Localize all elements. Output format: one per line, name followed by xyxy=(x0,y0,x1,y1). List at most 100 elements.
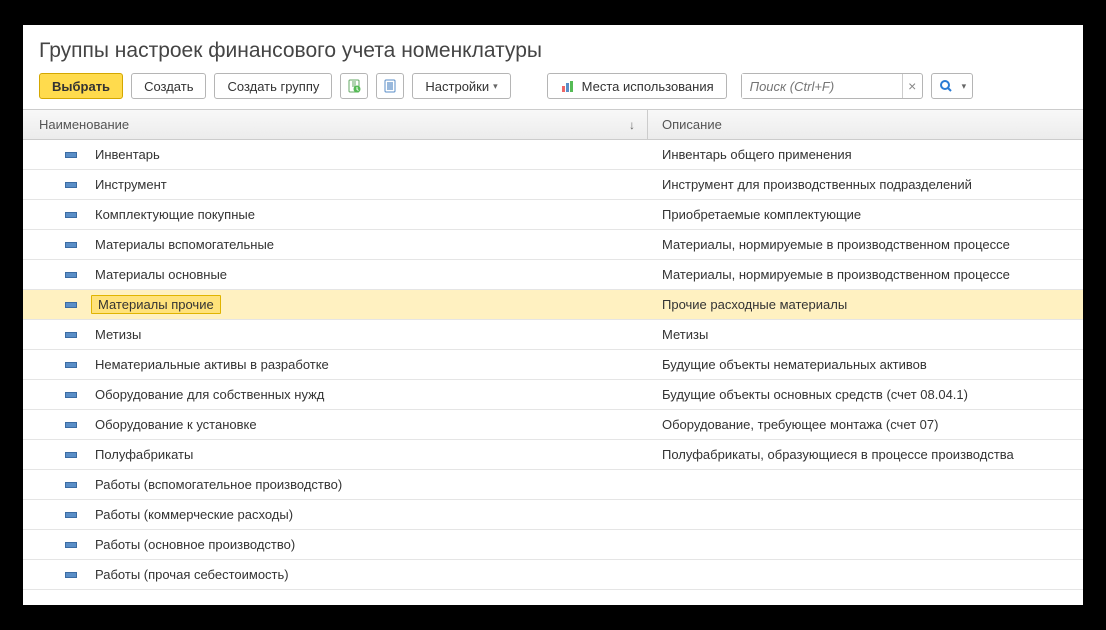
cell-name: Оборудование к установке xyxy=(23,410,648,439)
cell-desc: Метизы xyxy=(648,327,1083,342)
window: Группы настроек финансового учета номенк… xyxy=(23,25,1083,605)
item-icon xyxy=(65,452,77,458)
item-icon xyxy=(65,572,77,578)
item-icon xyxy=(65,332,77,338)
item-icon xyxy=(65,392,77,398)
table-row[interactable]: Работы (прочая себестоимость) xyxy=(23,560,1083,590)
cell-desc: Материалы, нормируемые в производственно… xyxy=(648,267,1083,282)
table-row[interactable]: Работы (основное производство) xyxy=(23,530,1083,560)
chevron-down-icon: ▾ xyxy=(493,81,498,92)
cell-desc: Инвентарь общего применения xyxy=(648,147,1083,162)
row-name-text: Оборудование к установке xyxy=(91,415,261,434)
row-name-text: Работы (вспомогательное производство) xyxy=(91,475,346,494)
search-icon xyxy=(938,78,954,94)
row-name-text: Оборудование для собственных нужд xyxy=(91,385,328,404)
row-name-text: Материалы вспомогательные xyxy=(91,235,278,254)
settings-button[interactable]: Настройки ▾ xyxy=(412,73,510,99)
cell-name: Инструмент xyxy=(23,170,648,199)
cell-name: Комплектующие покупные xyxy=(23,200,648,229)
row-name-text: Инструмент xyxy=(91,175,171,194)
clear-search-button[interactable]: × xyxy=(902,74,922,98)
table-row[interactable]: Материалы основные Материалы, нормируемые… xyxy=(23,260,1083,290)
item-icon xyxy=(65,212,77,218)
table-row[interactable]: Материалы прочие Прочие расходные материа… xyxy=(23,290,1083,320)
sort-descending-icon: ↓ xyxy=(629,118,635,132)
column-header-name[interactable]: Наименование ↓ xyxy=(23,110,648,139)
page-title: Группы настроек финансового учета номенк… xyxy=(23,25,1083,73)
table-row[interactable]: Работы (коммерческие расходы) xyxy=(23,500,1083,530)
cell-desc: Инструмент для производственных подразде… xyxy=(648,177,1083,192)
cell-name: Работы (основное производство) xyxy=(23,530,648,559)
cell-name: Полуфабрикаты xyxy=(23,440,648,469)
toolbar: Выбрать Создать Создать группу Настройки… xyxy=(23,73,1083,109)
cell-name: Метизы xyxy=(23,320,648,349)
item-icon xyxy=(65,422,77,428)
cell-name: Оборудование для собственных нужд xyxy=(23,380,648,409)
usage-button[interactable]: Места использования xyxy=(547,73,727,99)
cell-name: Материалы прочие xyxy=(23,290,648,319)
item-icon xyxy=(65,542,77,548)
row-name-text: Работы (прочая себестоимость) xyxy=(91,565,293,584)
table-row[interactable]: Полуфабрикаты Полуфабрикаты, образующиеся… xyxy=(23,440,1083,470)
table-row[interactable]: Оборудование к установке Оборудование, тр… xyxy=(23,410,1083,440)
row-name-text: Работы (основное производство) xyxy=(91,535,299,554)
col-name-label: Наименование xyxy=(39,117,129,132)
table-row[interactable]: Материалы вспомогательные Материалы, норм… xyxy=(23,230,1083,260)
cell-desc: Прочие расходные материалы xyxy=(648,297,1083,312)
chevron-down-icon: ▾ xyxy=(962,81,967,92)
table-row[interactable]: Метизы Метизы xyxy=(23,320,1083,350)
cell-name: Инвентарь xyxy=(23,140,648,169)
item-icon xyxy=(65,362,77,368)
create-button[interactable]: Создать xyxy=(131,73,206,99)
row-name-text: Метизы xyxy=(91,325,145,344)
cell-desc: Полуфабрикаты, образующиеся в процессе п… xyxy=(648,447,1083,462)
row-name-text: Материалы основные xyxy=(91,265,231,284)
list-icon xyxy=(382,78,398,94)
row-name-text: Работы (коммерческие расходы) xyxy=(91,505,297,524)
cell-desc: Будущие объекты основных средств (счет 0… xyxy=(648,387,1083,402)
cell-desc: Материалы, нормируемые в производственно… xyxy=(648,237,1083,252)
table-row[interactable]: Комплектующие покупные Приобретаемые комп… xyxy=(23,200,1083,230)
chart-icon xyxy=(560,78,576,94)
cell-name: Работы (коммерческие расходы) xyxy=(23,500,648,529)
row-name-text: Нематериальные активы в разработке xyxy=(91,355,333,374)
item-icon xyxy=(65,272,77,278)
usage-label: Места использования xyxy=(582,79,714,94)
row-name-text: Полуфабрикаты xyxy=(91,445,197,464)
table-header: Наименование ↓ Описание xyxy=(23,110,1083,140)
row-name-text: Материалы прочие xyxy=(91,295,221,314)
settings-label: Настройки xyxy=(425,79,489,94)
table-body: Инвентарь Инвентарь общего применения Инст… xyxy=(23,140,1083,590)
table-row[interactable]: Работы (вспомогательное производство) xyxy=(23,470,1083,500)
item-icon xyxy=(65,302,77,308)
column-header-desc[interactable]: Описание xyxy=(648,117,1083,132)
select-button[interactable]: Выбрать xyxy=(39,73,123,99)
table-row[interactable]: Нематериальные активы в разработке Будущи… xyxy=(23,350,1083,380)
cell-desc: Оборудование, требующее монтажа (счет 07… xyxy=(648,417,1083,432)
refresh-button[interactable] xyxy=(340,73,368,99)
cell-desc: Приобретаемые комплектующие xyxy=(648,207,1083,222)
item-icon xyxy=(65,152,77,158)
data-table: Наименование ↓ Описание ИнвентарьИнвента… xyxy=(23,109,1083,590)
cell-name: Нематериальные активы в разработке xyxy=(23,350,648,379)
cell-name: Работы (прочая себестоимость) xyxy=(23,560,648,589)
table-row[interactable]: Инструмент Инструмент для производственны… xyxy=(23,170,1083,200)
item-icon xyxy=(65,512,77,518)
item-icon xyxy=(65,242,77,248)
search-dropdown-button[interactable]: ▾ xyxy=(931,73,974,99)
search-field: × xyxy=(741,73,923,99)
cell-name: Материалы вспомогательные xyxy=(23,230,648,259)
item-icon xyxy=(65,182,77,188)
cell-name: Работы (вспомогательное производство) xyxy=(23,470,648,499)
table-row[interactable]: Оборудование для собственных нужд Будущие… xyxy=(23,380,1083,410)
item-icon xyxy=(65,482,77,488)
table-row[interactable]: Инвентарь Инвентарь общего применения xyxy=(23,140,1083,170)
refresh-icon xyxy=(346,78,362,94)
list-button[interactable] xyxy=(376,73,404,99)
row-name-text: Инвентарь xyxy=(91,145,164,164)
create-group-button[interactable]: Создать группу xyxy=(214,73,332,99)
col-desc-label: Описание xyxy=(662,117,722,132)
row-name-text: Комплектующие покупные xyxy=(91,205,259,224)
search-input[interactable] xyxy=(742,74,902,98)
cell-desc: Будущие объекты нематериальных активов xyxy=(648,357,1083,372)
